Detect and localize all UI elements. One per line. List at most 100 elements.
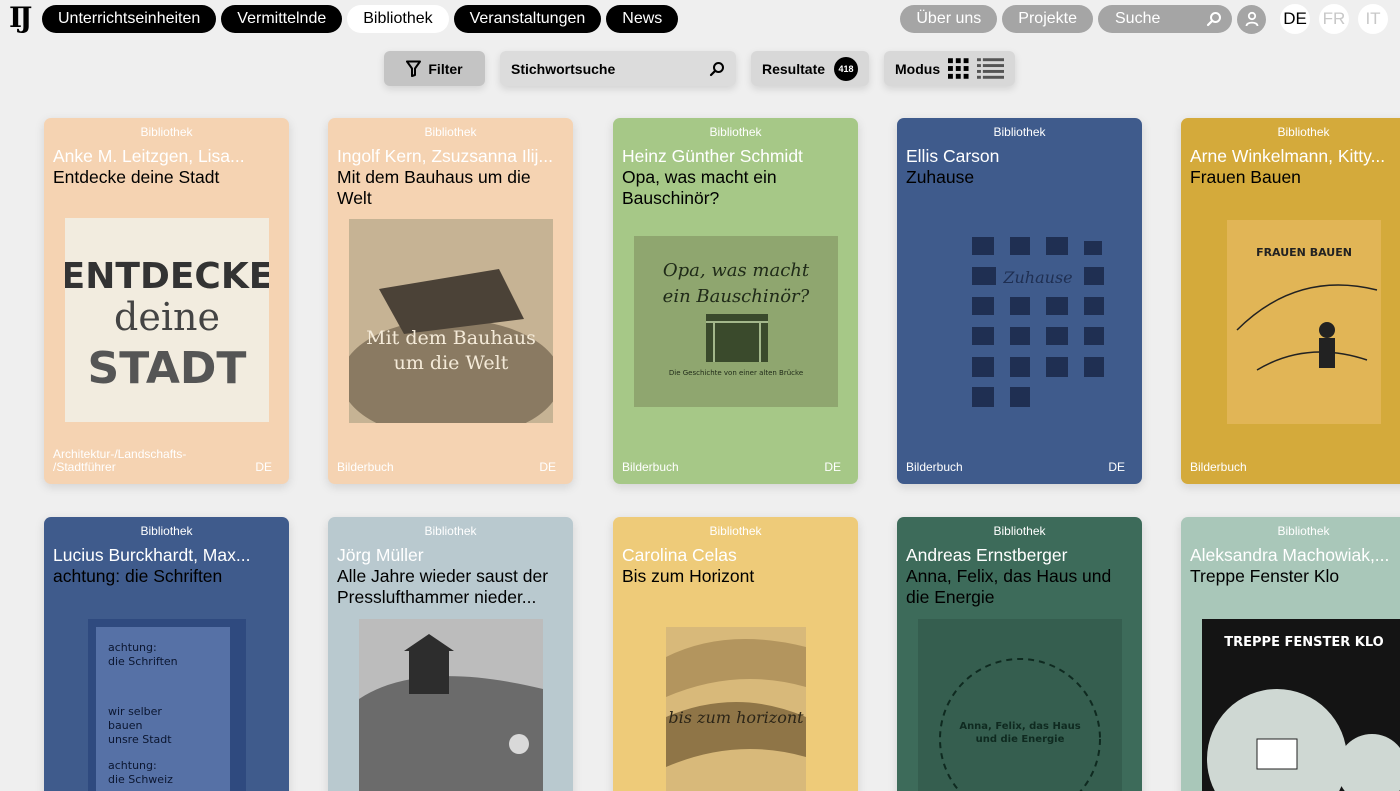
card-category: Bilderbuch xyxy=(906,460,963,474)
card-language: DE xyxy=(824,460,841,474)
book-card[interactable]: Bibliothek Heinz Günther Schmidt Opa, wa… xyxy=(613,118,858,484)
card-author: Arne Winkelmann, Kitty... xyxy=(1190,146,1386,166)
svg-text:ein Bauschinör?: ein Bauschinör? xyxy=(662,286,809,307)
svg-text:Zuhause: Zuhause xyxy=(1002,268,1072,287)
book-card[interactable]: Bibliothek Carolina Celas Bis zum Horizo… xyxy=(613,517,858,791)
card-title: Treppe Fenster Klo xyxy=(1190,566,1340,586)
svg-text:die Schriften: die Schriften xyxy=(108,655,178,668)
card-title: Alle Jahre wieder saust der Pressluftham… xyxy=(337,566,549,607)
view-mode-switch: Modus xyxy=(884,51,1015,86)
book-cover-image xyxy=(358,619,543,791)
nav-vermittelnde[interactable]: Vermittelnde xyxy=(221,5,343,33)
book-card[interactable]: Bibliothek Lucius Burckhardt, Max... ach… xyxy=(44,517,289,791)
list-view-icon[interactable] xyxy=(976,58,1004,79)
book-card[interactable]: Bibliothek Arne Winkelmann, Kitty... Fra… xyxy=(1181,118,1400,484)
card-author: Carolina Celas xyxy=(622,545,737,565)
svg-text:unsre Stadt: unsre Stadt xyxy=(108,733,172,746)
card-kind: Bibliothek xyxy=(424,524,477,538)
svg-text:Die Geschichte von einer alten: Die Geschichte von einer alten Brücke xyxy=(668,369,802,377)
card-title: Mit dem Bauhaus um die Welt xyxy=(337,167,531,208)
svg-text:ENTDECKE: ENTDECKE xyxy=(65,256,269,297)
nav-bibliothek[interactable]: Bibliothek xyxy=(347,5,449,33)
book-cover-image: Mit dem Bauhaus um die Welt xyxy=(348,219,553,423)
book-cover-image: Opa, was macht ein Bauschinör? Die Gesch… xyxy=(633,236,838,407)
card-kind: Bibliothek xyxy=(709,125,762,139)
main-nav: Unterrichtseinheiten Vermittelnde Biblio… xyxy=(42,5,679,33)
book-card[interactable]: Bibliothek Anke M. Leitzgen, Lisa... Ent… xyxy=(44,118,289,484)
card-category: Architektur-/Landschafts- /Stadtführer xyxy=(53,447,187,474)
book-card[interactable]: Bibliothek Ellis Carson Zuhause Zuhause … xyxy=(897,118,1142,484)
keyword-search-input[interactable]: Stichwortsuche xyxy=(500,51,736,86)
card-title: achtung: die Schriften xyxy=(53,566,223,586)
card-kind: Bibliothek xyxy=(993,524,1046,538)
book-cover-image: bis zum horizont xyxy=(665,627,806,791)
card-title: Anna, Felix, das Haus und die Energie xyxy=(906,566,1112,607)
svg-text:STADT: STADT xyxy=(87,343,246,394)
svg-text:um die Welt: um die Welt xyxy=(393,352,508,374)
svg-text:wir selber: wir selber xyxy=(108,705,162,718)
nav-ueber-uns[interactable]: Über uns xyxy=(900,5,998,33)
card-author: Anke M. Leitzgen, Lisa... xyxy=(53,146,245,166)
book-card[interactable]: Bibliothek Andreas Ernstberger Anna, Fel… xyxy=(897,517,1142,791)
lang-it[interactable]: IT xyxy=(1358,4,1388,34)
card-title: Zuhause xyxy=(906,167,975,187)
card-kind: Bibliothek xyxy=(140,125,193,139)
card-category: Bilderbuch xyxy=(337,460,394,474)
book-cover-image: achtung: die Schriften wir selber bauen … xyxy=(87,619,246,791)
card-kind: Bibliothek xyxy=(140,524,193,538)
card-kind: Bibliothek xyxy=(424,125,477,139)
svg-text:TREPPE FENSTER KLO: TREPPE FENSTER KLO xyxy=(1224,635,1383,650)
card-author: Andreas Ernstberger xyxy=(906,545,1068,565)
book-card[interactable]: Bibliothek Ingolf Kern, Zsuzsanna Ilij..… xyxy=(328,118,573,484)
site-search-label: Suche xyxy=(1115,10,1161,27)
svg-text:Anna, Felix, das Haus: Anna, Felix, das Haus xyxy=(959,721,1080,732)
card-author: Aleksandra Machowiak,... xyxy=(1190,545,1390,565)
filter-button[interactable]: Filter xyxy=(384,51,485,86)
lang-de[interactable]: DE xyxy=(1280,4,1310,34)
svg-text:achtung:: achtung: xyxy=(108,641,157,654)
card-title: Entdecke deine Stadt xyxy=(53,167,220,187)
filter-label: Filter xyxy=(428,60,463,77)
book-cover-image: FRAUEN BAUEN xyxy=(1226,220,1381,424)
card-kind: Bibliothek xyxy=(993,125,1046,139)
results-count-badge: 418 xyxy=(834,56,858,81)
card-category: Bilderbuch xyxy=(1190,460,1247,474)
card-title: Bis zum Horizont xyxy=(622,566,755,586)
lang-fr[interactable]: FR xyxy=(1319,4,1349,34)
nav-unterrichtseinheiten[interactable]: Unterrichtseinheiten xyxy=(42,5,217,33)
svg-text:Opa, was macht: Opa, was macht xyxy=(662,260,809,281)
card-language: DE xyxy=(255,460,272,474)
card-language: DE xyxy=(539,460,556,474)
card-category: Bilderbuch xyxy=(622,460,679,474)
results-label: Resultate xyxy=(762,60,826,77)
book-card[interactable]: Bibliothek Aleksandra Machowiak,... Trep… xyxy=(1181,517,1400,791)
book-card[interactable]: Bibliothek Jörg Müller Alle Jahre wieder… xyxy=(328,517,573,791)
card-author: Jörg Müller xyxy=(337,545,424,565)
secondary-nav: Über uns Projekte Suche DE FR IT xyxy=(900,4,1388,34)
book-cover-image: TREPPE FENSTER KLO xyxy=(1201,619,1400,791)
svg-text:achtung:: achtung: xyxy=(108,759,157,772)
site-search[interactable]: Suche xyxy=(1098,5,1232,33)
search-icon xyxy=(709,61,724,76)
book-cover-image: ENTDECKE deine STADT xyxy=(64,218,269,422)
svg-text:die Schweiz: die Schweiz xyxy=(108,773,173,786)
grid-view-icon[interactable] xyxy=(948,58,969,79)
svg-text:deine: deine xyxy=(114,295,220,339)
site-logo[interactable]: IJ xyxy=(9,4,32,32)
nav-projekte[interactable]: Projekte xyxy=(1002,5,1093,33)
card-author: Ellis Carson xyxy=(906,146,1000,166)
nav-veranstaltungen[interactable]: Veranstaltungen xyxy=(453,5,602,33)
book-cover-image: Anna, Felix, das Haus und die Energie xyxy=(917,619,1122,791)
card-kind: Bibliothek xyxy=(709,524,762,538)
book-cover-image: Zuhause xyxy=(917,219,1122,423)
library-toolbar: Filter Stichwortsuche Resultate 418 Modu… xyxy=(384,51,1015,86)
nav-news[interactable]: News xyxy=(606,5,679,33)
funnel-icon xyxy=(406,60,422,77)
card-title: Frauen Bauen xyxy=(1190,167,1301,187)
user-icon xyxy=(1245,11,1258,27)
svg-text:bauen: bauen xyxy=(108,719,142,732)
user-account-button[interactable] xyxy=(1237,4,1266,34)
card-kind: Bibliothek xyxy=(1277,125,1330,139)
results-button[interactable]: Resultate 418 xyxy=(751,51,869,86)
svg-text:Mit dem Bauhaus: Mit dem Bauhaus xyxy=(366,327,536,349)
